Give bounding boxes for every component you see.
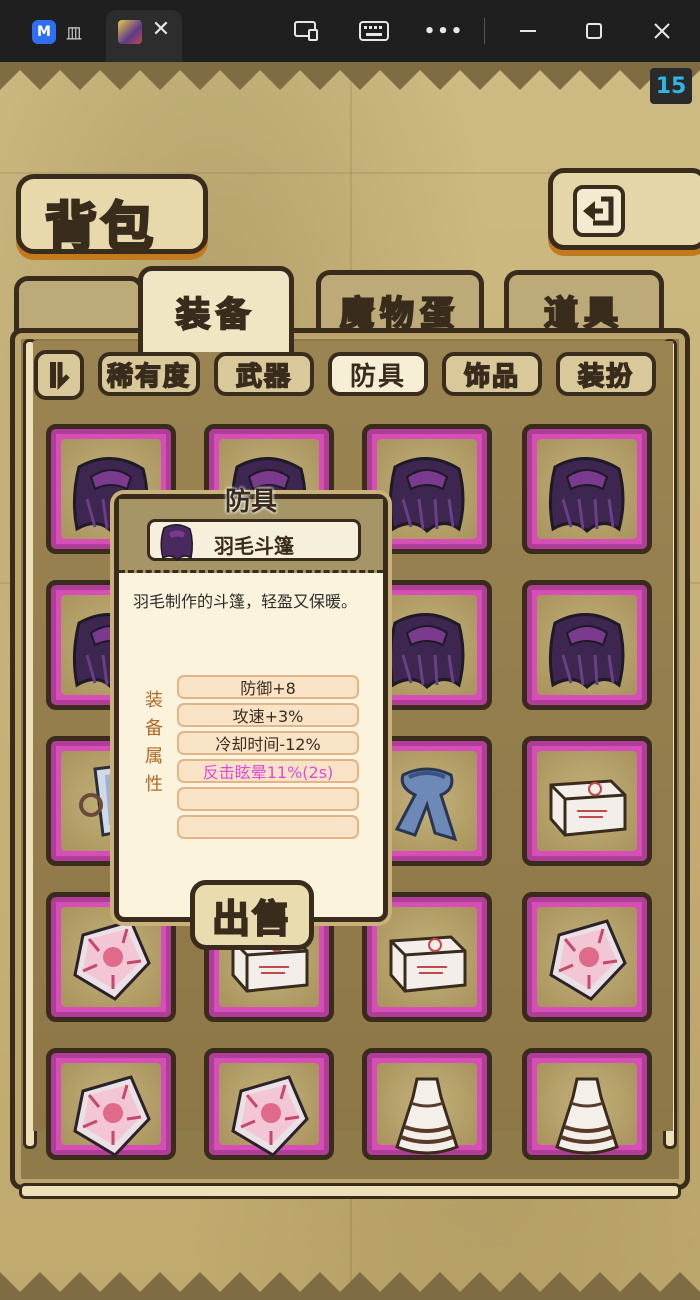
sell-button-label: 出售 <box>211 896 292 942</box>
tab-equipment[interactable]: 装备 <box>138 266 294 352</box>
return-arrow-icon <box>573 185 625 237</box>
filter-rarity[interactable]: 稀有度 <box>98 352 200 396</box>
attribute-row: 攻速+3% <box>177 703 359 727</box>
inventory-slot[interactable] <box>522 1048 652 1160</box>
game-thumbnail-icon <box>118 20 142 44</box>
attribute-row-special: 反击眩晕11%(2s) <box>177 759 359 783</box>
pink-shield-icon <box>231 1075 309 1157</box>
item-detail-popup: 羽毛斗篷 防具 羽毛制作的斗篷，轻盈又保暖。 装备属性 防御+8 攻速+3% 冷… <box>114 487 388 922</box>
fps-counter: 15 <box>650 68 692 104</box>
sort-order-button[interactable] <box>34 350 84 400</box>
filter-weapon[interactable]: 武器 <box>214 352 314 396</box>
item-description: 羽毛制作的斗篷，轻盈又保暖。 <box>133 592 358 611</box>
feather-cloak-icon <box>388 613 465 690</box>
zigzag-border-top <box>0 62 700 90</box>
pink-shield-icon <box>549 919 627 1001</box>
game-tab[interactable]: ✕ <box>106 10 182 62</box>
filter-accessory[interactable]: 饰品 <box>442 352 542 396</box>
chrome-divider <box>484 18 485 44</box>
app-logo-icon: M <box>32 20 56 44</box>
filter-rarity-label: 稀有度 <box>106 361 191 393</box>
app-tab-title: 皿 <box>66 24 83 43</box>
attribute-row: 冷却时间-12% <box>177 731 359 755</box>
tab-close-icon[interactable]: ✕ <box>150 16 172 44</box>
lace-dress-icon <box>395 1077 459 1155</box>
item-name: 羽毛斗篷 <box>214 534 294 558</box>
inventory-slot[interactable] <box>522 892 652 1022</box>
screen-share-icon[interactable] <box>288 14 324 48</box>
attribute-row-empty <box>177 787 359 811</box>
more-icon[interactable]: ••• <box>424 14 464 48</box>
filter-armor[interactable]: 防具 <box>328 352 428 396</box>
inventory-slot[interactable] <box>522 580 652 710</box>
filter-weapon-label: 武器 <box>235 361 292 393</box>
popup-title: 防具 <box>224 487 277 517</box>
filter-accessory-label: 饰品 <box>463 361 520 393</box>
feather-cloak-icon <box>548 457 625 534</box>
feather-cloak-icon <box>388 457 465 534</box>
inventory-slot[interactable] <box>204 1048 334 1160</box>
sell-button[interactable]: 出售 <box>190 880 314 950</box>
app-tab[interactable]: M 皿 <box>22 14 92 50</box>
zigzag-border-bottom <box>0 1272 700 1300</box>
page-title-plate: 背包 <box>16 174 208 260</box>
panel-bottom-rail <box>19 1183 681 1199</box>
supply-box-icon <box>389 935 467 993</box>
inventory-slot[interactable] <box>46 1048 176 1160</box>
sort-icon <box>50 362 70 391</box>
close-icon[interactable] <box>644 14 680 48</box>
filter-costume[interactable]: 装扮 <box>556 352 656 396</box>
back-button[interactable] <box>548 168 700 250</box>
keyboard-icon[interactable] <box>356 14 392 48</box>
tab-equipment-label: 装备 <box>175 294 256 336</box>
filter-armor-label: 防具 <box>349 361 406 392</box>
feather-cloak-icon <box>548 613 625 690</box>
filter-costume-label: 装扮 <box>577 361 634 393</box>
feather-cloak-icon <box>160 524 194 562</box>
lace-dress-icon <box>555 1077 619 1155</box>
item-name-box: 羽毛斗篷 <box>147 519 361 562</box>
maximize-icon[interactable] <box>576 14 612 48</box>
attribute-row: 防御+8 <box>177 675 359 699</box>
pink-shield-icon <box>73 919 151 1001</box>
window-titlebar: M 皿 ✕ ••• <box>0 0 700 62</box>
supply-box-icon <box>549 779 627 837</box>
inventory-slot[interactable] <box>362 1048 492 1160</box>
pink-shield-icon <box>73 1075 151 1157</box>
minimize-icon[interactable] <box>510 14 546 48</box>
inventory-slot[interactable] <box>522 736 652 866</box>
attribute-section-label: 装备属性 <box>145 690 163 795</box>
blue-scarf-icon <box>394 767 458 842</box>
inventory-slot[interactable] <box>522 424 652 554</box>
page-title: 背包 <box>43 197 158 260</box>
attribute-row-empty <box>177 815 359 839</box>
